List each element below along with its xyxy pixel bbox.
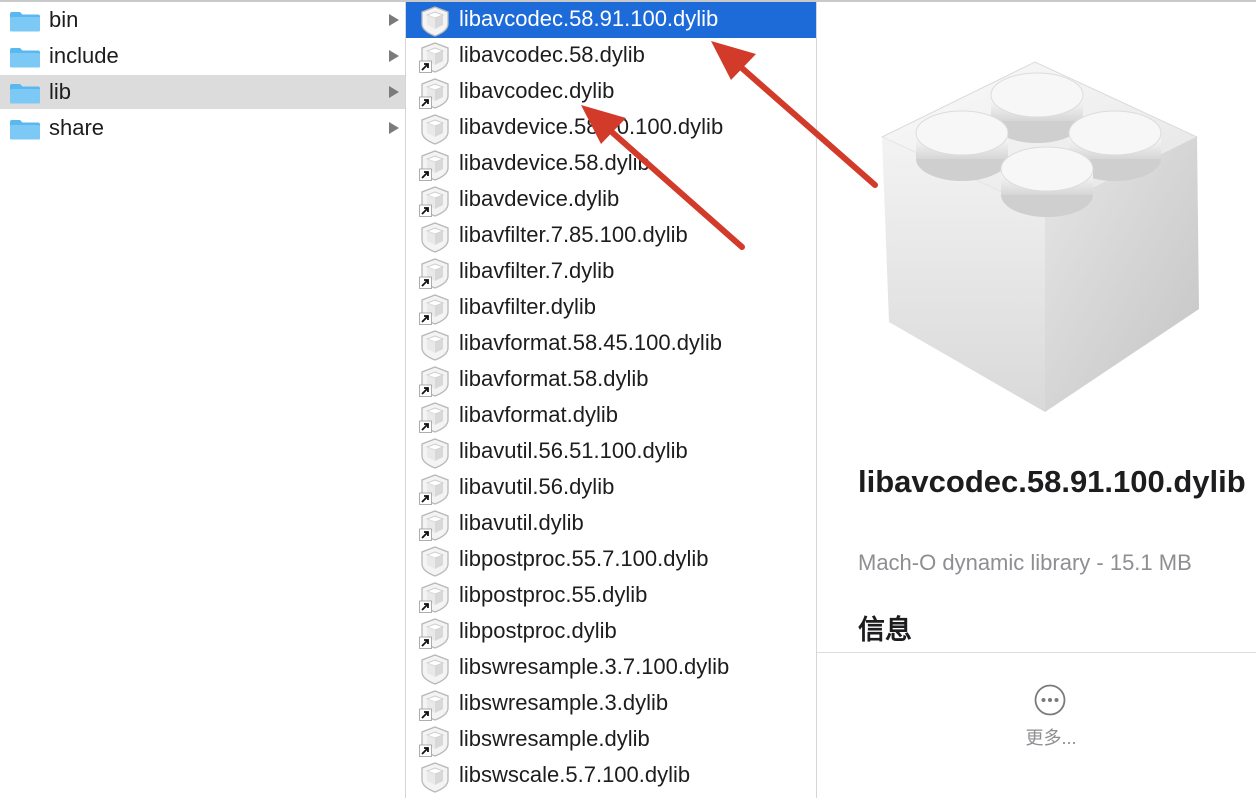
library-file-icon	[421, 6, 449, 37]
folder-label: bin	[49, 7, 79, 32]
file-row[interactable]: libavfilter.dylib	[406, 290, 816, 326]
file-name: libavcodec.58.dylib	[459, 42, 645, 67]
file-row[interactable]: libswresample.3.dylib	[406, 686, 816, 722]
alias-library-icon	[419, 474, 449, 505]
file-row[interactable]: libavformat.dylib	[406, 398, 816, 434]
alias-library-icon	[419, 582, 449, 613]
alias-library-icon	[419, 294, 449, 325]
file-name: libpostproc.dylib	[459, 618, 617, 643]
file-name: libavutil.56.dylib	[459, 474, 615, 499]
file-row[interactable]: libavformat.58.dylib	[406, 362, 816, 398]
file-name: libavfilter.7.dylib	[459, 258, 615, 283]
folder-label: share	[49, 115, 105, 140]
alias-library-icon	[419, 690, 449, 721]
file-row[interactable]: libpostproc.dylib	[406, 614, 816, 650]
file-name: libswscale.5.7.100.dylib	[459, 762, 691, 787]
folder-label: include	[49, 43, 119, 68]
library-file-icon	[421, 222, 449, 253]
file-row[interactable]: libavutil.56.dylib	[406, 470, 816, 506]
finder-column-files[interactable]: libavcodec.58.91.100.dylib libavcodec.58.…	[406, 2, 816, 798]
file-name: libavfilter.dylib	[459, 294, 596, 319]
file-name: libavformat.58.45.100.dylib	[459, 330, 722, 355]
library-file-icon	[421, 114, 449, 145]
folder-row-include[interactable]: include	[0, 39, 405, 73]
file-row[interactable]: libavfilter.7.dylib	[406, 254, 816, 290]
file-row[interactable]: libpostproc.55.dylib	[406, 578, 816, 614]
chevron-right-icon	[389, 50, 399, 62]
chevron-right-icon	[389, 122, 399, 134]
file-name: libavformat.dylib	[459, 402, 618, 427]
more-ellipsis-icon	[1034, 684, 1066, 716]
file-row[interactable]: libavcodec.dylib	[406, 74, 816, 110]
preview-info-heading: 信息	[858, 615, 912, 645]
folder-row-bin[interactable]: bin	[0, 3, 405, 37]
file-name: libavutil.dylib	[459, 510, 584, 535]
file-row[interactable]: libavcodec.58.dylib	[406, 38, 816, 74]
preview-file-name: libavcodec.58.91.100.dylib	[858, 464, 1246, 499]
alias-library-icon	[419, 78, 449, 109]
file-name: libpostproc.55.7.100.dylib	[459, 546, 709, 571]
preview-pane: libavcodec.58.91.100.dylib Mach-O dynami…	[817, 2, 1256, 798]
file-name: libavcodec.58.91.100.dylib	[459, 6, 719, 31]
library-file-icon	[421, 762, 449, 793]
file-name: libavformat.58.dylib	[459, 366, 649, 391]
finder-column-parent[interactable]: bin include lib share	[0, 2, 405, 798]
file-row[interactable]: libavcodec.58.91.100.dylib	[406, 2, 816, 38]
file-row[interactable]: libswresample.dylib	[406, 722, 816, 758]
more-button[interactable]: 更多...	[1023, 684, 1077, 754]
alias-library-icon	[419, 402, 449, 433]
preview-separator	[817, 652, 1256, 653]
library-file-icon	[421, 330, 449, 361]
alias-library-icon	[419, 726, 449, 757]
alias-library-icon	[419, 150, 449, 181]
library-file-icon	[421, 438, 449, 469]
folder-label: lib	[49, 79, 72, 104]
file-row[interactable]: libpostproc.55.7.100.dylib	[406, 542, 816, 578]
folder-icon	[10, 48, 40, 68]
file-row[interactable]: libavdevice.dylib	[406, 182, 816, 218]
file-row[interactable]: libswscale.5.7.100.dylib	[406, 758, 816, 794]
file-name: libswresample.3.7.100.dylib	[459, 654, 730, 679]
file-row[interactable]: libavdevice.58.dylib	[406, 146, 816, 182]
library-bundle-icon	[880, 61, 1199, 412]
library-file-icon	[421, 546, 449, 577]
file-row[interactable]: libavdevice.58.10.100.dylib	[406, 110, 816, 146]
chevron-right-icon	[389, 14, 399, 26]
file-name: libswresample.3.dylib	[459, 690, 669, 715]
folder-row-share[interactable]: share	[0, 111, 405, 145]
file-row[interactable]: libavutil.56.51.100.dylib	[406, 434, 816, 470]
file-name: libavutil.56.51.100.dylib	[459, 438, 688, 463]
folder-row-lib[interactable]: lib	[0, 75, 405, 109]
folder-icon	[10, 120, 40, 140]
preview-file-kind: Mach-O dynamic library - 15.1 MB	[858, 550, 1192, 575]
file-row[interactable]: libswresample.3.7.100.dylib	[406, 650, 816, 686]
file-row[interactable]: libavformat.58.45.100.dylib	[406, 326, 816, 362]
alias-library-icon	[419, 618, 449, 649]
file-name: libavdevice.dylib	[459, 186, 620, 211]
alias-library-icon	[419, 510, 449, 541]
file-name: libavdevice.58.dylib	[459, 150, 650, 175]
folder-icon	[10, 12, 40, 32]
alias-library-icon	[419, 186, 449, 217]
alias-library-icon	[419, 42, 449, 73]
file-row[interactable]: libavfilter.7.85.100.dylib	[406, 218, 816, 254]
chevron-right-icon	[389, 86, 399, 98]
alias-library-icon	[419, 366, 449, 397]
file-name: libpostproc.55.dylib	[459, 582, 648, 607]
alias-library-icon	[419, 258, 449, 289]
file-name: libavcodec.dylib	[459, 78, 615, 103]
library-file-icon	[421, 654, 449, 685]
file-row[interactable]: libavutil.dylib	[406, 506, 816, 542]
file-name: libavfilter.7.85.100.dylib	[459, 222, 688, 247]
folder-icon	[10, 84, 40, 104]
file-name: libswresample.dylib	[459, 726, 650, 751]
file-name: libavdevice.58.10.100.dylib	[459, 114, 724, 139]
more-button-label: 更多...	[1025, 728, 1077, 748]
